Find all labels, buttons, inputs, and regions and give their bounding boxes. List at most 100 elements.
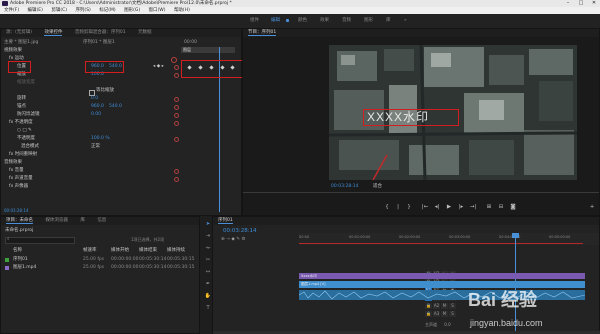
ec-timecode-bottom[interactable]: 00:03:28:14 <box>4 207 28 215</box>
workspace-menu-icon[interactable] <box>286 19 289 22</box>
selection-tool-icon[interactable]: ➤ <box>204 220 212 228</box>
tab-libraries[interactable]: 库 <box>80 218 85 223</box>
anchor-y-value[interactable]: 540.0 <box>109 103 122 111</box>
opacity-label: 不透明度 <box>17 136 35 141</box>
workspace-graphics[interactable]: 图形 <box>364 14 373 28</box>
pen-tool-icon[interactable]: ✒ <box>204 280 212 288</box>
step-forward-button[interactable]: |▸ <box>457 203 465 211</box>
master-value[interactable]: 0.0 <box>444 322 450 327</box>
anchor-x-value[interactable]: 960.0 <box>91 103 104 111</box>
keyframe-nav-icon[interactable]: ◂ ◆ ▸ <box>153 63 164 71</box>
work-area-bar[interactable] <box>299 243 583 244</box>
project-panel: 项目：未命名 媒体浏览器 库 信息 未命名.prproj ⌕ 1项已选择，共2项… <box>0 216 200 334</box>
slip-tool-icon[interactable]: ↔ <box>204 268 212 276</box>
video-clip[interactable]: 图层1.mp4 [V] <box>299 281 585 288</box>
mark-in-button[interactable]: { <box>383 203 391 211</box>
program-scrub-bar[interactable] <box>243 192 599 193</box>
hand-tool-icon[interactable]: ✋ <box>204 292 212 300</box>
tab-sequence[interactable]: 序列01 <box>218 218 233 224</box>
mask-tools-icons[interactable]: ○ □ ✎ <box>17 127 32 135</box>
audio-clip[interactable] <box>298 290 586 300</box>
playhead-handle[interactable] <box>512 233 519 238</box>
column-fps[interactable]: 帧速率 <box>83 247 97 255</box>
menu-sequence[interactable]: 序列(S) <box>75 8 90 13</box>
opacity-reset-icon[interactable] <box>174 137 179 142</box>
project-search-input[interactable] <box>5 237 75 244</box>
tab-program[interactable]: 节目：序列01 <box>248 30 277 36</box>
workspace-assembly[interactable]: 组件 <box>250 14 259 28</box>
menu-graphics[interactable]: 图形(G) <box>124 8 140 13</box>
menu-window[interactable]: 窗口(W) <box>149 8 166 13</box>
menu-help[interactable]: 帮助(H) <box>174 8 190 13</box>
play-button[interactable]: ▶ <box>445 203 453 211</box>
type-tool-icon[interactable]: T <box>204 304 212 312</box>
step-back-button[interactable]: ◂| <box>433 203 441 211</box>
column-media-end[interactable]: 媒体结束 <box>139 247 157 255</box>
antiflicker-value[interactable]: 0.00 <box>91 111 101 119</box>
tab-audio-mixer[interactable]: 音频剪辑混合器：序列01 <box>75 30 126 35</box>
volume-row[interactable]: fx 音量 <box>9 167 24 175</box>
extract-button[interactable]: ⊟ <box>497 203 505 211</box>
maximize-button[interactable]: □ <box>575 0 587 7</box>
mark-out-button[interactable]: } <box>405 203 413 211</box>
column-media-duration[interactable]: 媒体持续 <box>167 247 185 255</box>
column-media-start[interactable]: 媒体开始 <box>111 247 129 255</box>
text-clip[interactable]: Xxxx水印 <box>299 273 585 279</box>
ripple-edit-tool-icon[interactable]: ⟛ <box>204 244 212 252</box>
column-name[interactable]: 名称 <box>13 247 22 255</box>
item-duration: 00:05:30:15 <box>167 265 195 270</box>
source-clip-row[interactable]: 主要 * 图层1.jpg <box>4 39 38 47</box>
fit-select[interactable]: 适合 <box>373 183 382 191</box>
timeline-timecode[interactable]: 00:03:28:14 <box>223 227 257 235</box>
rotation-value[interactable]: 0.0 <box>91 95 98 103</box>
volume-reset-icon[interactable] <box>174 169 179 174</box>
tab-info[interactable]: 信息 <box>97 218 106 223</box>
channel-volume-reset-icon[interactable] <box>174 177 179 182</box>
time-remap-row[interactable]: fx 时间重映射 <box>9 151 37 159</box>
opacity-value[interactable]: 100.0 % <box>91 135 110 143</box>
tab-effect-controls[interactable]: 效果控件 <box>44 30 63 36</box>
antiflicker-reset-icon[interactable] <box>174 113 179 118</box>
lift-button[interactable]: ⊞ <box>485 203 493 211</box>
blend-mode-select[interactable]: 正常 <box>91 143 100 151</box>
workspace-editing[interactable]: 编辑 <box>271 14 280 28</box>
workspace-libraries[interactable]: 库 <box>386 14 391 28</box>
menu-clip[interactable]: 剪辑(C) <box>51 8 67 13</box>
anchor-reset-icon[interactable] <box>174 105 179 110</box>
go-to-in-button[interactable]: |← <box>421 203 429 211</box>
watermark-text[interactable]: XXXX水印 <box>367 108 429 125</box>
minimize-button[interactable]: – <box>562 0 574 7</box>
razor-tool-icon[interactable]: ✂ <box>204 256 212 264</box>
button-editor-icon[interactable]: + <box>588 203 596 211</box>
tab-metadata[interactable]: 元数据 <box>138 30 152 35</box>
scale-reset-icon[interactable] <box>174 73 179 78</box>
more-workspaces-icon[interactable]: » <box>404 14 407 28</box>
opacity-effect-row[interactable]: fx 不透明度 <box>9 119 33 127</box>
workspace-audio[interactable]: 音频 <box>342 14 351 28</box>
tab-source[interactable]: 源：(无剪辑) <box>6 30 32 35</box>
channel-volume-row[interactable]: fx 声道音量 <box>9 175 33 183</box>
go-to-out-button[interactable]: →| <box>469 203 477 211</box>
menu-edit[interactable]: 编辑(E) <box>28 8 43 13</box>
workspace-color[interactable]: 颜色 <box>298 14 307 28</box>
sequence-clip-row[interactable]: 序列01 * 图层1 <box>83 39 115 47</box>
menu-marker[interactable]: 标记(M) <box>99 8 115 13</box>
video-frame: XXXX水印 <box>329 45 577 180</box>
motion-reset-icon[interactable] <box>171 57 177 63</box>
track-header-a3: 🔒 A3 M S <box>425 310 457 317</box>
rotation-reset-icon[interactable] <box>174 97 179 102</box>
panner-row[interactable]: fx 声像器 <box>9 183 28 191</box>
tab-project[interactable]: 项目：未命名 <box>6 218 33 224</box>
track-select-tool-icon[interactable]: ⇥ <box>204 232 212 240</box>
track-label-a3[interactable]: A3 <box>433 311 440 317</box>
close-button[interactable]: ✕ <box>588 0 600 7</box>
workspace-effects[interactable]: 效果 <box>320 14 329 28</box>
track-label-a2[interactable]: A2 <box>433 303 440 309</box>
menu-file[interactable]: 文件(F) <box>4 8 19 13</box>
position-reset-icon[interactable] <box>174 65 179 70</box>
tab-media-browser[interactable]: 媒体浏览器 <box>45 218 68 223</box>
export-frame-button[interactable]: ◙ <box>509 203 517 211</box>
opacity-fx-reset-icon[interactable] <box>174 121 179 126</box>
timeline-toolbar-icons[interactable]: ⊕ ⇢ ◆ ✎ ⚙ <box>221 236 246 244</box>
program-timecode[interactable]: 00:03:28:14 <box>331 183 358 191</box>
